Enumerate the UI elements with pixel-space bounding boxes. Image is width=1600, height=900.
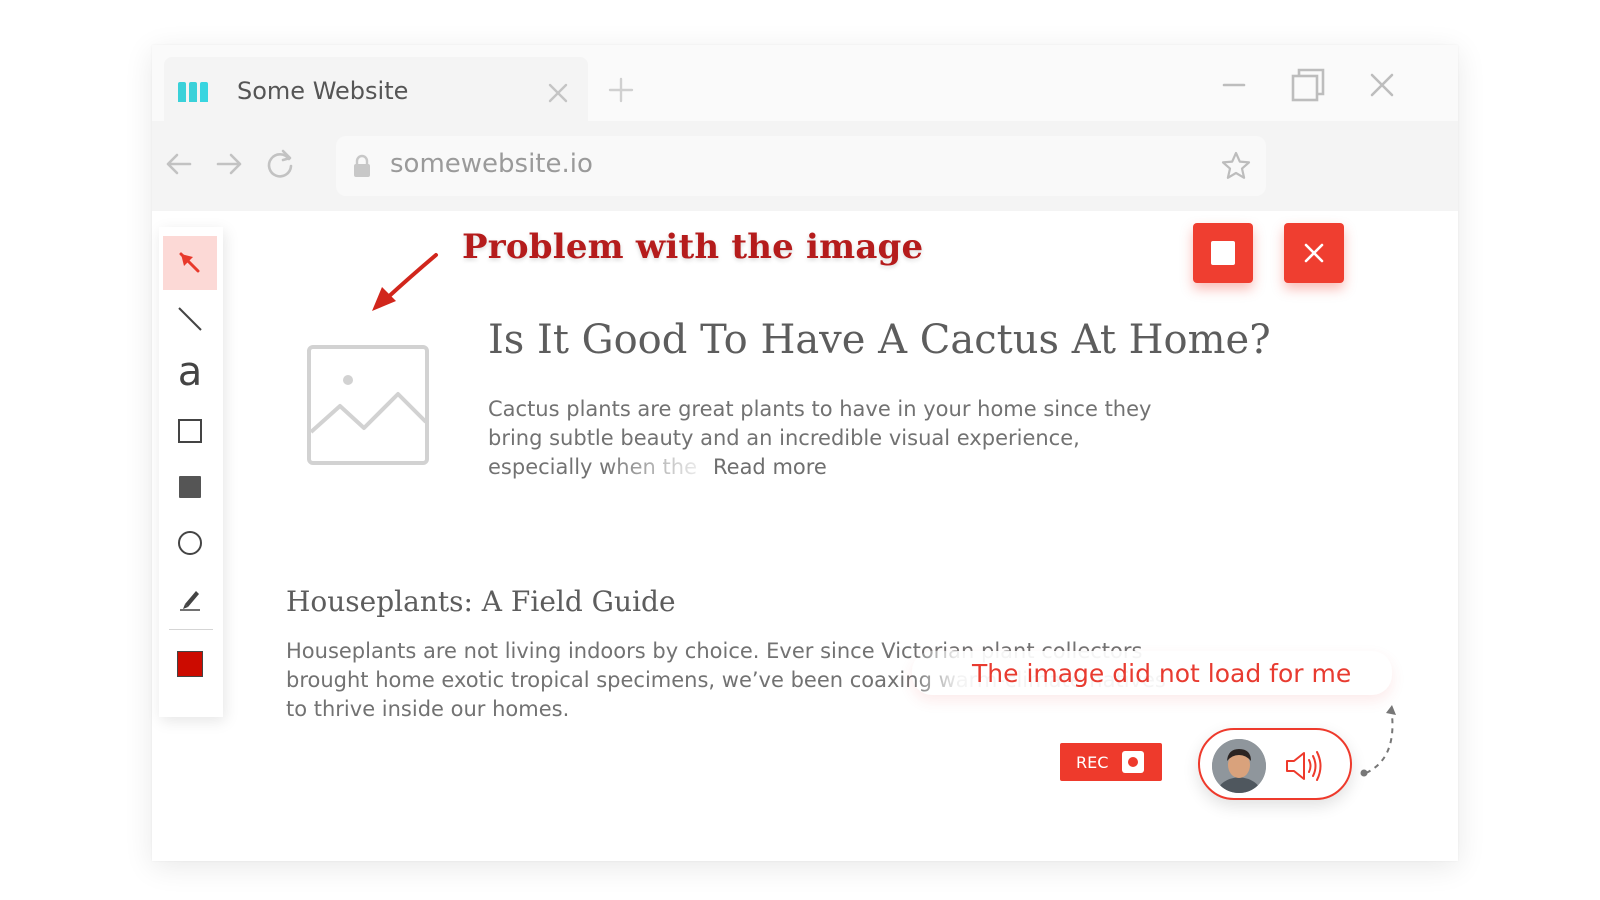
line-icon — [178, 307, 202, 331]
annotation-toolbar: a — [159, 227, 223, 717]
read-more-link[interactable]: Read more — [713, 455, 827, 479]
article-excerpt: Cactus plants are great plants to have i… — [488, 395, 1208, 482]
tab-close-icon[interactable] — [544, 79, 572, 107]
line-tool[interactable] — [163, 292, 217, 346]
pen-tool[interactable] — [163, 572, 217, 626]
speaker-icon — [1286, 751, 1322, 781]
browser-tab[interactable]: Some Website — [164, 57, 588, 121]
site-favicon-icon — [178, 82, 210, 102]
rectangle-tool[interactable] — [163, 404, 217, 458]
text-tool-icon: a — [177, 349, 203, 395]
new-tab-icon[interactable] — [606, 75, 636, 105]
text-tool[interactable]: a — [163, 348, 217, 402]
address-bar[interactable]: somewebsite.io — [336, 136, 1266, 196]
tab-title: Some Website — [237, 77, 409, 105]
article-title: Is It Good To Have A Cactus At Home? — [488, 317, 1271, 363]
article-line: bring subtle beauty and an incredible vi… — [488, 426, 1080, 450]
close-window-icon[interactable] — [1362, 65, 1402, 105]
annotation-arrow-icon — [372, 253, 438, 311]
color-swatch — [177, 651, 203, 677]
pointer-arrow-icon — [179, 252, 200, 273]
lock-icon — [354, 154, 370, 177]
url-text[interactable]: somewebsite.io — [390, 149, 593, 179]
record-dot-icon — [1122, 751, 1144, 773]
close-button[interactable] — [1284, 223, 1344, 283]
stop-square-icon — [1211, 241, 1235, 265]
annotation-title: Problem with the image — [462, 227, 924, 267]
bookmark-star-icon[interactable] — [1220, 150, 1252, 182]
color-picker[interactable] — [163, 637, 217, 691]
comment-text: The image did not load for me — [972, 659, 1352, 688]
rec-label: REC — [1076, 753, 1109, 772]
filled-rectangle-tool[interactable] — [163, 460, 217, 514]
circle-icon — [178, 531, 202, 555]
rec-button[interactable]: REC — [1060, 743, 1162, 781]
navigation-bar: somewebsite.io — [152, 121, 1458, 211]
close-x-icon — [1304, 243, 1324, 263]
drag-handle-arrow-icon — [1360, 705, 1396, 777]
rectangle-filled-icon — [179, 476, 201, 498]
browser-window: Some Website somewebsite.io a Problem wi… — [152, 45, 1458, 861]
circle-tool[interactable] — [163, 516, 217, 570]
camera-audio-control[interactable] — [1198, 728, 1352, 800]
restore-icon[interactable] — [1288, 65, 1328, 105]
tab-strip: Some Website — [152, 45, 1458, 121]
article-faded-text: especially when the — [488, 455, 697, 479]
forward-arrow-icon[interactable] — [212, 147, 246, 181]
user-portrait-icon — [1212, 739, 1266, 793]
toolbar-divider — [169, 629, 213, 630]
back-arrow-icon[interactable] — [162, 147, 196, 181]
stop-button[interactable] — [1193, 223, 1253, 283]
reload-icon[interactable] — [263, 147, 297, 181]
pen-icon — [180, 591, 200, 611]
pointer-tool[interactable] — [163, 236, 217, 290]
minimize-icon[interactable] — [1214, 65, 1254, 105]
section-title: Houseplants: A Field Guide — [286, 585, 676, 618]
rectangle-outline-icon — [178, 419, 202, 443]
article-line: Cactus plants are great plants to have i… — [488, 397, 1152, 421]
broken-image-icon — [307, 345, 429, 465]
avatar[interactable] — [1212, 739, 1266, 793]
